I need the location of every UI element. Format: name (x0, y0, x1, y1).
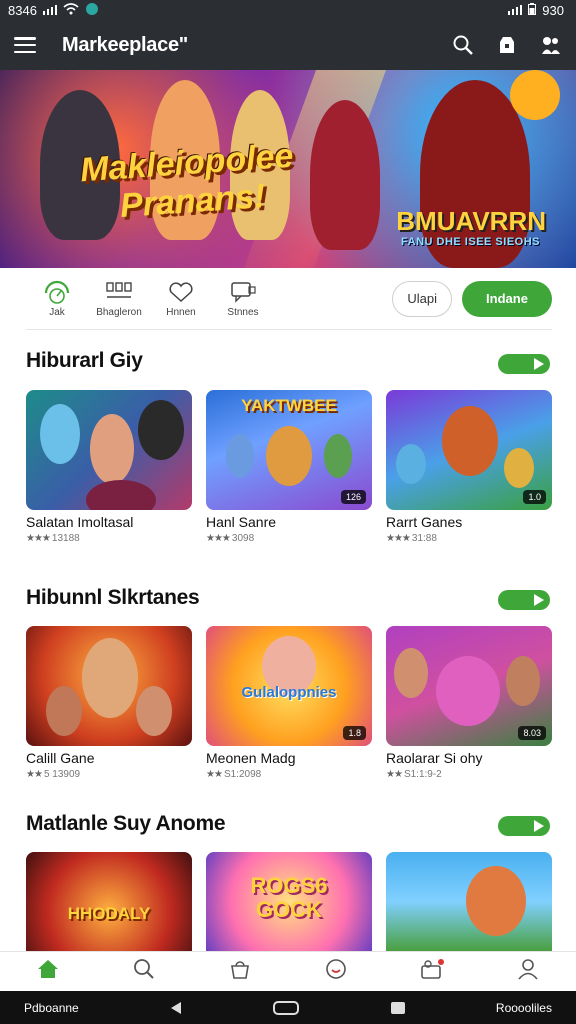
game-thumbnail (386, 852, 552, 951)
hero-banner[interactable]: Makleiopolee Pranans! BMUAVRRN FANU DHE … (0, 70, 576, 268)
hero-subtitle: FANU DHE ISEE SIEOHS (401, 236, 540, 248)
game-rating: ★★★ 31:88 (386, 533, 437, 544)
star-icon: ★★★ (386, 533, 411, 544)
game-card[interactable]: 8.03 Raolarar Si ohy ★★ S1:1:9-2 (386, 626, 552, 780)
quick-actions: Jak Bhagleron Hnnen Stnnes Ulapi Indane (26, 268, 552, 330)
star-icon: ★★ (206, 769, 223, 780)
game-rating: ★★★ 3098 (206, 533, 255, 544)
status-bar: 8346 930 (0, 0, 576, 20)
heart-icon (167, 280, 195, 304)
system-nav-right-label: Rooooliles (495, 1000, 552, 1015)
battery-icon (528, 2, 537, 18)
game-card[interactable]: Salatan Imoltasal ★★★ 13188 (26, 390, 192, 544)
game-rating: ★★★ 13188 (26, 533, 80, 544)
game-badge: 1.8 (343, 726, 366, 740)
profile-icon[interactable] (540, 34, 562, 56)
game-card[interactable]: YAKTWBEE 126 Hanl Sanre ★★★ 3098 (206, 390, 372, 544)
game-title: Rarrt Ganes (386, 514, 463, 530)
see-all-button-2[interactable] (498, 590, 550, 610)
system-nav-left-label: Pdboanne (24, 1000, 79, 1015)
quick-item-jak[interactable]: Jak (26, 280, 88, 318)
bag-icon (228, 958, 252, 985)
game-card[interactable]: HHODALY (26, 852, 192, 951)
game-title: Calill Gane (26, 750, 95, 766)
indane-button[interactable]: Indane (462, 280, 552, 317)
signal-icon (42, 3, 57, 18)
users-icon (419, 958, 445, 985)
game-title: Raolarar Si ohy (386, 750, 483, 766)
game-badge: 126 (340, 490, 366, 504)
game-card[interactable] (386, 852, 552, 951)
hero-brand: BMUAVRRN (396, 206, 546, 236)
see-all-button-3[interactable] (498, 816, 550, 836)
search-icon (132, 958, 156, 985)
game-thumbnail: YAKTWBEE 126 (206, 390, 372, 510)
quick-item-bhagleron[interactable]: Bhagleron (88, 280, 150, 318)
arrow-right-icon (534, 820, 544, 832)
system-nav-bar: Pdboanne Rooooliles (0, 991, 576, 1024)
star-icon: ★★★ (26, 533, 51, 544)
notification-icon (85, 2, 99, 19)
game-rating: ★★ S1:2098 (206, 769, 262, 780)
game-thumbnail: Gulaloppnies 1.8 (206, 626, 372, 746)
game-title: Meonen Madg (206, 750, 296, 766)
nav-home[interactable] (18, 958, 78, 985)
speedometer-icon (43, 280, 71, 304)
menu-icon[interactable] (14, 37, 36, 53)
game-art-text: HHODALY (67, 904, 151, 923)
nav-search[interactable] (114, 958, 174, 985)
app-title: Markeeplace" (62, 33, 188, 56)
star-icon: ★★ (26, 769, 43, 780)
section-title-1: Hiburarl Giy (26, 349, 143, 372)
game-thumbnail: ROGS6 GOCK (206, 852, 372, 951)
nav-activity[interactable] (306, 958, 366, 985)
signal-icon (508, 3, 523, 18)
bottom-nav (0, 951, 576, 991)
game-thumbnail (26, 390, 192, 510)
store-icon[interactable] (496, 34, 518, 56)
section-title-3: Matlanle Suy Anome (26, 812, 226, 835)
game-thumbnail: HHODALY (26, 852, 192, 951)
chat-icon (229, 280, 257, 304)
account-icon (516, 958, 540, 985)
list-icon (105, 280, 133, 304)
game-card[interactable]: ROGS6 GOCK (206, 852, 372, 951)
game-rating: ★★ S1:1:9-2 (386, 769, 442, 780)
game-badge: 1.0 (523, 490, 546, 504)
game-thumbnail: 8.03 (386, 626, 552, 746)
see-all-button-1[interactable] (498, 354, 550, 374)
game-art-text: ROGS6 GOCK (250, 873, 328, 923)
nav-friends[interactable] (402, 958, 462, 985)
ulapi-button[interactable]: Ulapi (392, 280, 452, 317)
recents-icon[interactable] (390, 1001, 406, 1015)
star-icon: ★★★ (206, 533, 231, 544)
clock-text: 8346 (8, 2, 37, 18)
game-rating: ★★ 5 13909 (26, 769, 81, 780)
back-icon[interactable] (169, 1001, 183, 1015)
home-button-icon[interactable] (273, 1000, 300, 1015)
game-badge: 8.03 (518, 726, 546, 740)
nav-account[interactable] (498, 958, 558, 985)
search-icon[interactable] (452, 34, 474, 56)
star-icon: ★★ (386, 769, 403, 780)
app-bar: Markeeplace" (0, 20, 576, 70)
nav-bag[interactable] (210, 958, 270, 985)
home-icon (36, 958, 60, 985)
section-title-2: Hibunnl Slkrtanes (26, 586, 200, 609)
clock-text-right: 930 (542, 2, 564, 18)
game-title: Salatan Imoltasal (26, 514, 134, 530)
quick-item-stnnes[interactable]: Stnnes (212, 280, 274, 318)
clock-icon (324, 958, 348, 985)
game-card[interactable]: Gulaloppnies 1.8 Meonen Madg ★★ S1:2098 (206, 626, 372, 780)
arrow-right-icon (534, 594, 544, 606)
game-card[interactable]: 1.0 Rarrt Ganes ★★★ 31:88 (386, 390, 552, 544)
quick-item-hnnen[interactable]: Hnnen (150, 280, 212, 318)
wifi-icon (63, 2, 79, 18)
game-title: Hanl Sanre (206, 514, 277, 530)
game-card[interactable]: Calill Gane ★★ 5 13909 (26, 626, 192, 780)
arrow-right-icon (534, 358, 544, 370)
game-thumbnail: 1.0 (386, 390, 552, 510)
game-thumbnail (26, 626, 192, 746)
